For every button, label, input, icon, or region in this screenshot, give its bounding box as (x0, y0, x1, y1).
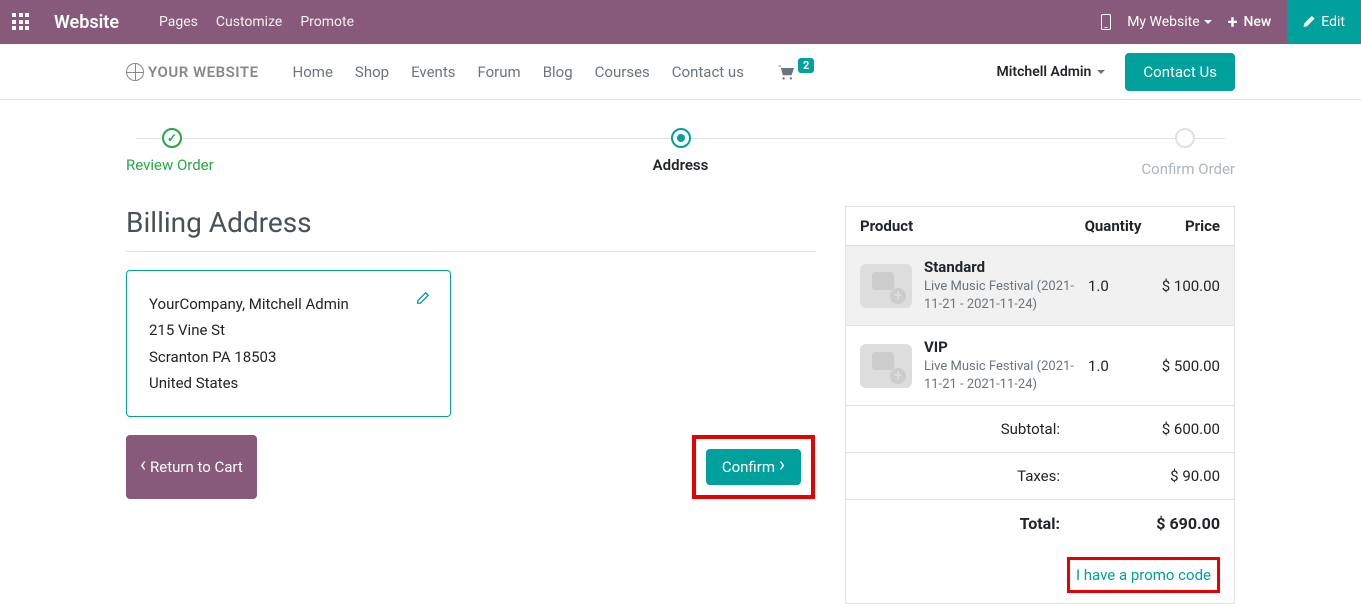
new-button[interactable]: New (1228, 12, 1272, 33)
nav-courses[interactable]: Courses (595, 63, 650, 81)
product-desc: Live Music Festival (2021-11-21 - 2021-1… (924, 358, 1078, 393)
topbar-link-promote[interactable]: Promote (300, 14, 354, 30)
check-icon: ✓ (167, 131, 177, 145)
chevron-right-icon (779, 458, 785, 476)
cart-icon (776, 64, 796, 80)
subtotal-value: $ 600.00 (1120, 420, 1220, 438)
total-value: $ 690.00 (1120, 514, 1220, 533)
page-title: Billing Address (126, 206, 815, 239)
header-quantity: Quantity (1078, 217, 1148, 235)
mobile-preview-icon[interactable] (1101, 14, 1111, 30)
apps-icon[interactable] (12, 13, 30, 31)
product-qty: 1.0 (1078, 277, 1148, 295)
product-desc: Live Music Festival (2021-11-21 - 2021-1… (924, 278, 1078, 313)
product-name: VIP (924, 338, 1078, 356)
divider (126, 251, 815, 252)
header-product: Product (860, 217, 1078, 235)
user-menu[interactable]: Mitchell Admin (997, 64, 1106, 80)
subtotal-label: Subtotal: (860, 420, 1120, 438)
address-line3: Scranton PA 18503 (149, 344, 428, 370)
cart-button[interactable]: 2 (776, 64, 814, 80)
my-website-dropdown[interactable]: My Website (1127, 14, 1211, 30)
logo-text: YOUR WEBSITE (148, 63, 259, 81)
nav-events[interactable]: Events (411, 63, 455, 81)
topbar: Website Pages Customize Promote My Websi… (0, 0, 1361, 44)
address-line4: United States (149, 370, 428, 396)
nav-forum[interactable]: Forum (477, 63, 520, 81)
order-line-item: VIP Live Music Festival (2021-11-21 - 20… (846, 326, 1234, 406)
confirm-label: Confirm (722, 458, 775, 476)
promo-code-link[interactable]: I have a promo code (1067, 557, 1220, 593)
user-name: Mitchell Admin (997, 64, 1092, 80)
product-image-placeholder (860, 264, 912, 308)
site-logo[interactable]: YOUR WEBSITE (126, 63, 259, 81)
step-address-label: Address (496, 156, 866, 174)
taxes-value: $ 90.00 (1120, 467, 1220, 485)
nav-home[interactable]: Home (293, 63, 333, 81)
step-address-dot (671, 128, 691, 148)
step-review-label[interactable]: Review Order (126, 156, 496, 174)
order-line-item: Standard Live Music Festival (2021-11-21… (846, 246, 1234, 326)
order-summary: Product Quantity Price Standard Live Mus… (845, 206, 1235, 604)
taxes-label: Taxes: (860, 467, 1120, 485)
brand-title: Website (54, 12, 119, 33)
edit-label: Edit (1321, 14, 1345, 30)
site-header: YOUR WEBSITE Home Shop Events Forum Blog… (0, 44, 1361, 100)
total-label: Total: (860, 514, 1120, 533)
topbar-link-pages[interactable]: Pages (159, 14, 198, 30)
globe-icon (126, 63, 144, 81)
product-price: $ 500.00 (1148, 357, 1220, 375)
step-confirm-dot (1175, 128, 1195, 148)
confirm-button[interactable]: Confirm (706, 449, 801, 485)
step-confirm-label: Confirm Order (865, 160, 1235, 178)
plus-icon (1228, 12, 1238, 33)
product-image-placeholder (860, 344, 912, 388)
address-line1: YourCompany, Mitchell Admin (149, 291, 428, 317)
cart-badge: 2 (798, 58, 814, 73)
product-price: $ 100.00 (1148, 277, 1220, 295)
product-qty: 1.0 (1078, 357, 1148, 375)
nav-blog[interactable]: Blog (543, 63, 573, 81)
contact-us-button[interactable]: Contact Us (1125, 53, 1235, 91)
pencil-icon (1303, 16, 1315, 28)
chevron-down-icon (1204, 20, 1212, 24)
my-website-label: My Website (1127, 14, 1199, 30)
return-label: Return to Cart (150, 458, 243, 476)
nav-contact[interactable]: Contact us (672, 63, 744, 81)
address-line2: 215 Vine St (149, 317, 428, 343)
nav-shop[interactable]: Shop (355, 63, 389, 81)
return-to-cart-button[interactable]: Return to Cart (126, 435, 257, 499)
billing-address-card[interactable]: YourCompany, Mitchell Admin 215 Vine St … (126, 270, 451, 417)
confirm-highlight: Confirm (692, 435, 815, 499)
edit-address-icon[interactable] (416, 291, 430, 305)
new-label: New (1243, 14, 1271, 30)
header-price: Price (1148, 217, 1220, 235)
chevron-down-icon (1097, 70, 1105, 74)
edit-button[interactable]: Edit (1287, 0, 1361, 44)
checkout-wizard: ✓ Review Order Address Confirm Order (126, 128, 1235, 178)
step-review-dot[interactable]: ✓ (162, 128, 182, 148)
chevron-left-icon (140, 458, 146, 476)
topbar-link-customize[interactable]: Customize (216, 14, 282, 30)
product-name: Standard (924, 258, 1078, 276)
